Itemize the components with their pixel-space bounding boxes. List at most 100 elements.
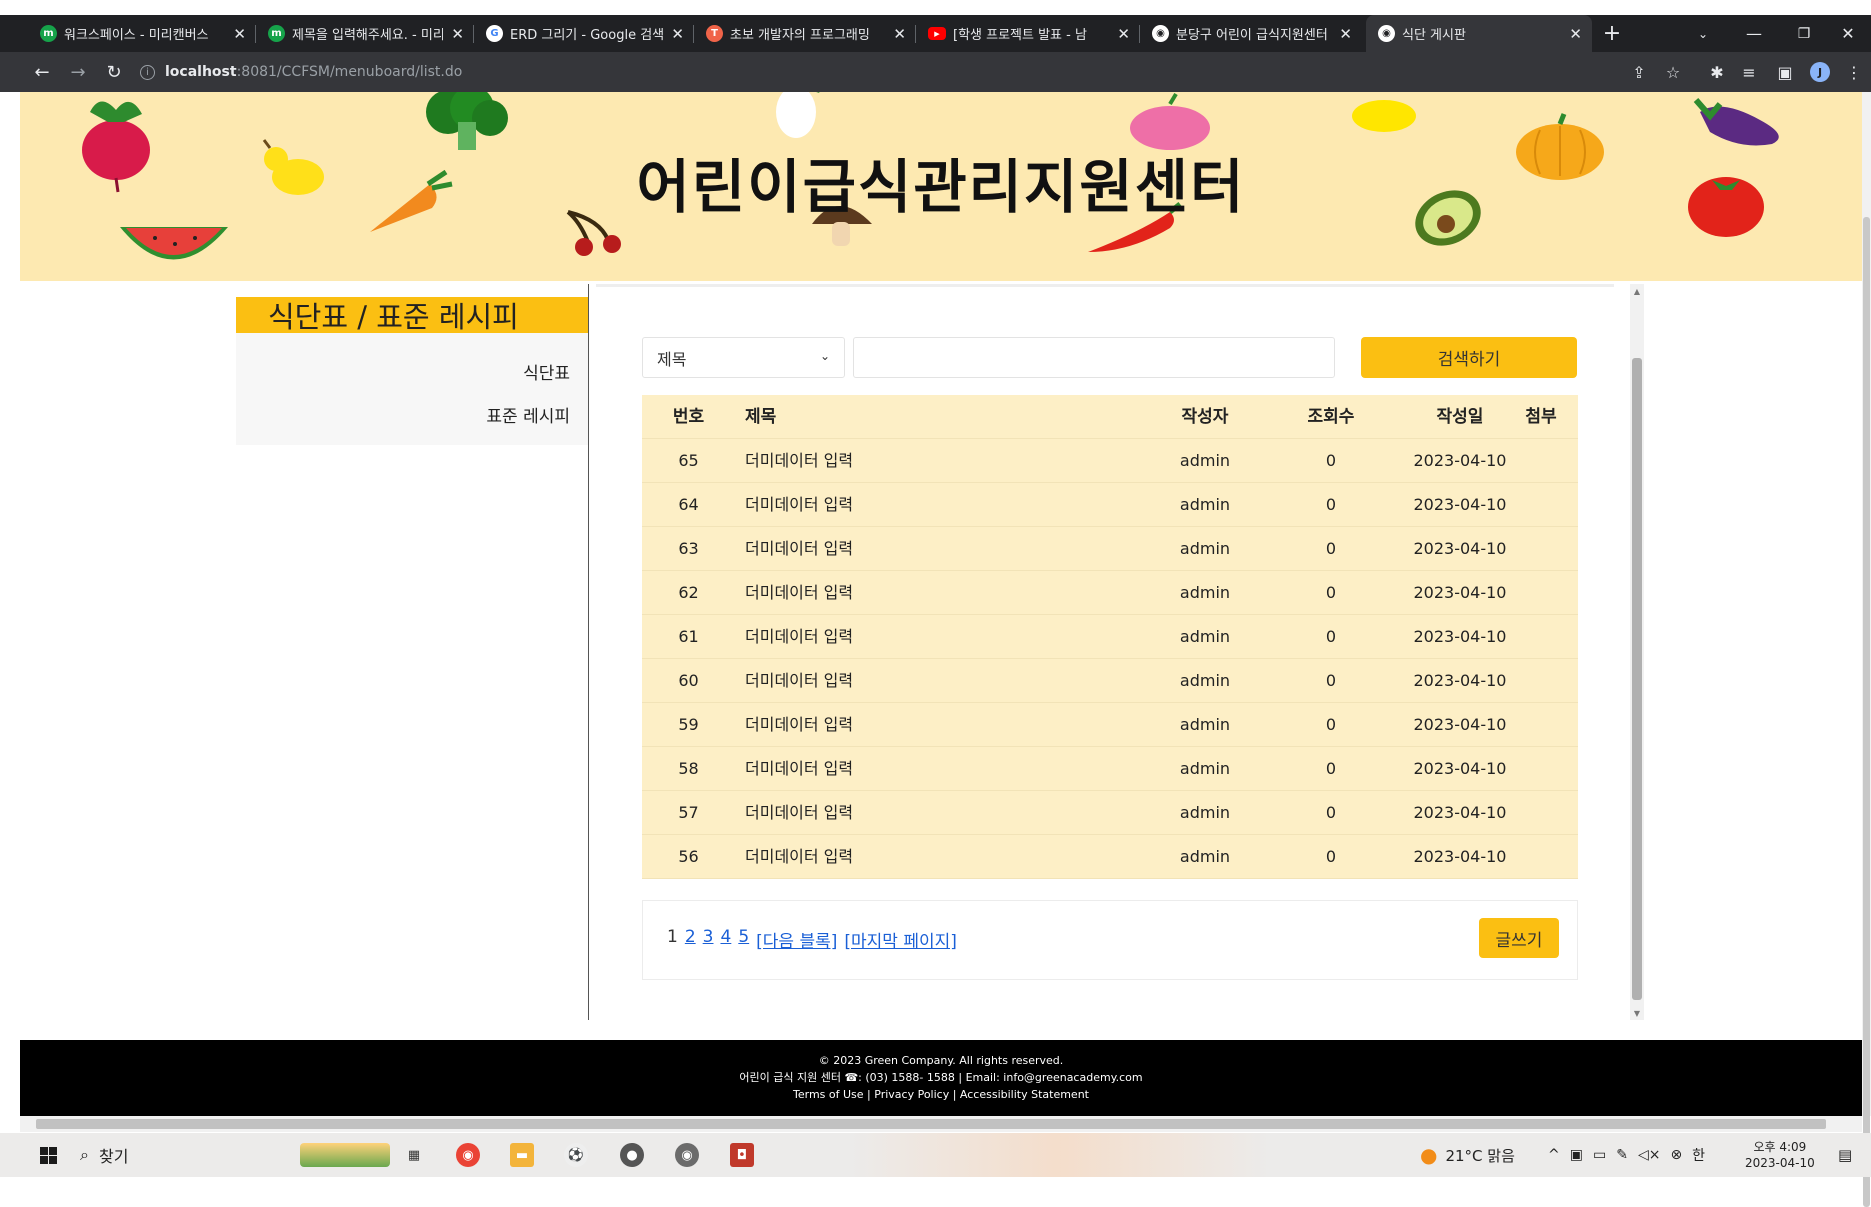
current-page: 1: [667, 927, 678, 947]
page-link-2[interactable]: 2: [685, 927, 696, 952]
task-view-icon[interactable]: ▦: [402, 1143, 426, 1167]
page-scroll-thumb[interactable]: [1863, 217, 1870, 1207]
taskbar-search[interactable]: ⌕ 찾기: [80, 1143, 128, 1167]
tab-workspace[interactable]: m 워크스페이스 - 미리캔버스 ✕: [28, 15, 256, 52]
app-icon[interactable]: ●: [620, 1143, 644, 1167]
reading-list-icon[interactable]: ≡: [1737, 60, 1761, 84]
row-attach: [1516, 483, 1566, 527]
close-window-icon[interactable]: ✕: [1825, 15, 1871, 52]
chrome-profile-icon[interactable]: ◉: [675, 1143, 699, 1167]
footer-links[interactable]: Terms of Use | Privacy Policy | Accessib…: [20, 1086, 1862, 1103]
page-link-5[interactable]: 5: [738, 927, 749, 952]
restore-icon[interactable]: ❐: [1781, 15, 1827, 52]
row-title-link[interactable]: 더미데이터 입력: [745, 703, 853, 747]
sidebar-item-standard-recipe[interactable]: 표준 레시피: [236, 404, 588, 447]
share-icon[interactable]: ⇪: [1627, 60, 1651, 84]
search-button[interactable]: 검색하기: [1361, 337, 1577, 378]
page-link-3[interactable]: 3: [703, 927, 714, 952]
row-title-link[interactable]: 더미데이터 입력: [745, 615, 853, 659]
close-tab-icon[interactable]: ✕: [1339, 25, 1352, 43]
content-scrollbar[interactable]: ▲ ▼: [1630, 284, 1644, 1020]
next-block-link[interactable]: [다음 블록]: [756, 927, 837, 952]
app-icon[interactable]: ◘: [730, 1143, 754, 1167]
profile-avatar[interactable]: J: [1810, 62, 1830, 82]
horizontal-scrollbar[interactable]: [20, 1116, 1862, 1132]
side-panel-icon[interactable]: ▣: [1773, 60, 1797, 84]
close-tab-icon[interactable]: ✕: [233, 25, 246, 43]
scroll-down-icon[interactable]: ▼: [1630, 1006, 1644, 1020]
system-tray[interactable]: ^ ▣ ▭ ✎ ◁× ⊗ 한: [1548, 1133, 1705, 1177]
table-row[interactable]: 65 더미데이터 입력 admin 0 2023-04-10: [642, 439, 1578, 483]
close-tab-icon[interactable]: ✕: [671, 25, 684, 43]
last-page-link[interactable]: [마지막 페이지]: [844, 927, 957, 952]
row-attach: [1516, 791, 1566, 835]
row-title-link[interactable]: 더미데이터 입력: [745, 659, 853, 703]
row-title-link[interactable]: 더미데이터 입력: [745, 747, 853, 791]
table-row[interactable]: 57 더미데이터 입력 admin 0 2023-04-10: [642, 791, 1578, 835]
row-title-link[interactable]: 더미데이터 입력: [745, 791, 853, 835]
notifications-icon[interactable]: ▤: [1838, 1133, 1852, 1177]
search-highlight-icon[interactable]: [300, 1143, 390, 1167]
horizontal-scroll-thumb[interactable]: [36, 1119, 1826, 1129]
weather-widget[interactable]: ● 21°C 맑음: [1420, 1133, 1515, 1177]
bookmark-star-icon[interactable]: ☆: [1661, 60, 1685, 84]
row-title-link[interactable]: 더미데이터 입력: [745, 439, 853, 483]
ime-indicator[interactable]: 한: [1692, 1145, 1705, 1165]
search-input[interactable]: [853, 337, 1335, 378]
page-scrollbar[interactable]: [1862, 92, 1871, 1207]
tab-miricanvas-title[interactable]: m 제목을 입력해주세요. - 미리캔버스 ✕: [256, 15, 474, 52]
page-link-4[interactable]: 4: [720, 927, 731, 952]
close-tab-icon[interactable]: ✕: [1117, 25, 1130, 43]
table-row[interactable]: 63 더미데이터 입력 admin 0 2023-04-10: [642, 527, 1578, 571]
table-row[interactable]: 58 더미데이터 입력 admin 0 2023-04-10: [642, 747, 1578, 791]
scroll-up-icon[interactable]: ▲: [1630, 284, 1644, 298]
system-clock[interactable]: 오후 4:09 2023-04-10: [1745, 1139, 1815, 1171]
tab-tistory[interactable]: T 초보 개발자의 프로그래밍 ✕: [694, 15, 916, 52]
tab-search-icon[interactable]: ⌄: [1680, 15, 1726, 52]
info-icon[interactable]: i: [140, 64, 155, 80]
row-title-link[interactable]: 더미데이터 입력: [745, 571, 853, 615]
table-row[interactable]: 64 더미데이터 입력 admin 0 2023-04-10: [642, 483, 1578, 527]
forward-icon[interactable]: →: [66, 60, 90, 84]
table-row[interactable]: 59 더미데이터 입력 admin 0 2023-04-10: [642, 703, 1578, 747]
mic-off-icon[interactable]: ⊗: [1670, 1147, 1682, 1163]
close-tab-icon[interactable]: ✕: [451, 25, 464, 43]
row-title-link[interactable]: 더미데이터 입력: [745, 483, 853, 527]
volume-icon[interactable]: ◁×: [1638, 1147, 1661, 1163]
sidebar-item-menu-table[interactable]: 식단표: [236, 361, 588, 404]
table-row[interactable]: 60 더미데이터 입력 admin 0 2023-04-10: [642, 659, 1578, 703]
content-scroll-thumb[interactable]: [1632, 358, 1642, 1000]
network-icon[interactable]: ▣: [1570, 1147, 1583, 1163]
row-title-link[interactable]: 더미데이터 입력: [745, 835, 853, 879]
table-row[interactable]: 62 더미데이터 입력 admin 0 2023-04-10: [642, 571, 1578, 615]
app-icon[interactable]: ⚽: [564, 1143, 588, 1167]
search-field-select[interactable]: 제목 ⌄: [642, 337, 845, 378]
new-tab-icon[interactable]: +: [1598, 19, 1626, 47]
url-field[interactable]: i localhost:8081/CCFSM/menuboard/list.do: [140, 57, 462, 87]
table-row[interactable]: 61 더미데이터 입력 admin 0 2023-04-10: [642, 615, 1578, 659]
close-tab-icon[interactable]: ✕: [1569, 25, 1582, 43]
row-title-link[interactable]: 더미데이터 입력: [745, 527, 853, 571]
row-attach: [1516, 659, 1566, 703]
row-no: 65: [678, 451, 699, 470]
tab-menu-board[interactable]: ◉ 식단 게시판 ✕: [1366, 15, 1592, 52]
chevron-up-icon[interactable]: ^: [1548, 1147, 1560, 1163]
close-tab-icon[interactable]: ✕: [893, 25, 906, 43]
tab-youtube[interactable]: ▶ [학생 프로젝트 발표 - 남 ✕: [916, 15, 1140, 52]
file-explorer-icon[interactable]: ▬: [510, 1143, 534, 1167]
table-row[interactable]: 56 더미데이터 입력 admin 0 2023-04-10: [642, 835, 1578, 879]
tab-bundang-center[interactable]: ◉ 분당구 어린이 급식지원센터 ✕: [1140, 15, 1362, 52]
back-icon[interactable]: ←: [30, 60, 54, 84]
pen-icon[interactable]: ✎: [1616, 1147, 1628, 1163]
menu-icon[interactable]: ⋮: [1842, 60, 1866, 84]
windows-start-icon[interactable]: [40, 1147, 57, 1164]
table-header: 번호 제목 작성자 조회수 작성일 첨부: [642, 395, 1578, 439]
chrome-icon[interactable]: ◉: [456, 1143, 480, 1167]
minimize-icon[interactable]: —: [1731, 15, 1777, 52]
reload-icon[interactable]: ↻: [102, 60, 126, 84]
row-no: 60: [678, 671, 699, 690]
extensions-icon[interactable]: ✱: [1705, 60, 1729, 84]
tab-google-erd[interactable]: G ERD 그리기 - Google 검색 ✕: [474, 15, 694, 52]
battery-icon[interactable]: ▭: [1593, 1147, 1606, 1163]
write-button[interactable]: 글쓰기: [1479, 918, 1559, 958]
